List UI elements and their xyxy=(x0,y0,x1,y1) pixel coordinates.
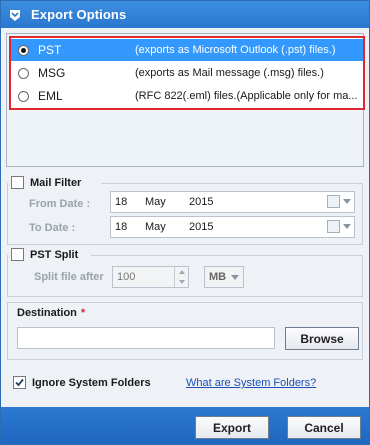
from-year: 2015 xyxy=(189,196,214,208)
to-month: May xyxy=(145,221,166,233)
window-title: Export Options xyxy=(31,7,127,22)
format-option-msg[interactable]: MSG (exports as Mail message (.msg) file… xyxy=(11,62,363,84)
system-folders-help-link[interactable]: What are System Folders? xyxy=(186,377,316,389)
split-unit-value: MB xyxy=(209,271,227,283)
app-logo-icon xyxy=(7,7,23,23)
cancel-button[interactable]: Cancel xyxy=(287,416,361,439)
title-bar: Export Options xyxy=(1,1,369,28)
ignore-system-folders-toggle[interactable]: Ignore System Folders xyxy=(13,376,151,389)
ignore-system-folders-checkbox[interactable] xyxy=(13,376,26,389)
calendar-icon xyxy=(327,220,340,233)
chevron-down-icon xyxy=(343,199,351,204)
destination-input[interactable] xyxy=(17,327,275,349)
split-size-label: Split file after xyxy=(34,271,104,283)
export-options-dialog: Export Options PST (exports as Microsoft… xyxy=(0,0,370,445)
checkmark-icon xyxy=(15,378,24,387)
format-options: PST (exports as Microsoft Outlook (.pst)… xyxy=(9,36,365,110)
calendar-icon xyxy=(327,195,340,208)
chevron-down-icon xyxy=(231,274,239,280)
from-day: 18 xyxy=(115,196,128,208)
to-date-dropdown[interactable] xyxy=(327,220,351,233)
format-name: MSG xyxy=(38,66,66,80)
export-button[interactable]: Export xyxy=(195,416,269,439)
format-option-pst[interactable]: PST (exports as Microsoft Outlook (.pst)… xyxy=(11,39,363,61)
footer-bar: Export Cancel xyxy=(1,407,369,444)
to-date-label: To Date : xyxy=(29,222,76,234)
format-name: EML xyxy=(38,89,63,103)
browse-button[interactable]: Browse xyxy=(285,327,359,350)
split-size-value: 100 xyxy=(117,271,136,283)
to-date-picker[interactable]: 18 May 2015 xyxy=(110,216,355,238)
format-description: (exports as Microsoft Outlook (.pst) fil… xyxy=(135,44,336,56)
stepper-down-icon[interactable] xyxy=(175,277,188,287)
format-description: (RFC 822(.eml) files.(Applicable only fo… xyxy=(135,90,358,102)
split-size-stepper[interactable]: 100 xyxy=(112,266,189,288)
from-date-label: From Date : xyxy=(29,198,91,210)
from-month: May xyxy=(145,196,166,208)
stepper-buttons[interactable] xyxy=(174,267,188,287)
split-unit-select[interactable]: MB xyxy=(204,266,244,288)
format-name: PST xyxy=(38,43,62,57)
from-date-picker[interactable]: 18 May 2015 xyxy=(110,191,355,213)
format-option-eml[interactable]: EML (RFC 822(.eml) files.(Applicable onl… xyxy=(11,85,363,107)
format-description: (exports as Mail message (.msg) files.) xyxy=(135,67,324,79)
chevron-down-icon xyxy=(343,224,351,229)
destination-label: Destination * xyxy=(17,307,85,319)
radio-msg[interactable] xyxy=(18,67,29,79)
radio-pst[interactable] xyxy=(18,44,29,56)
stepper-up-icon[interactable] xyxy=(175,267,188,277)
radio-eml[interactable] xyxy=(18,90,29,102)
to-day: 18 xyxy=(115,221,128,233)
required-marker: * xyxy=(80,307,86,319)
format-panel: PST (exports as Microsoft Outlook (.pst)… xyxy=(6,33,365,167)
to-year: 2015 xyxy=(189,221,214,233)
destination-label-text: Destination xyxy=(17,307,77,319)
ignore-system-folders-label: Ignore System Folders xyxy=(32,376,151,389)
from-date-dropdown[interactable] xyxy=(327,195,351,208)
